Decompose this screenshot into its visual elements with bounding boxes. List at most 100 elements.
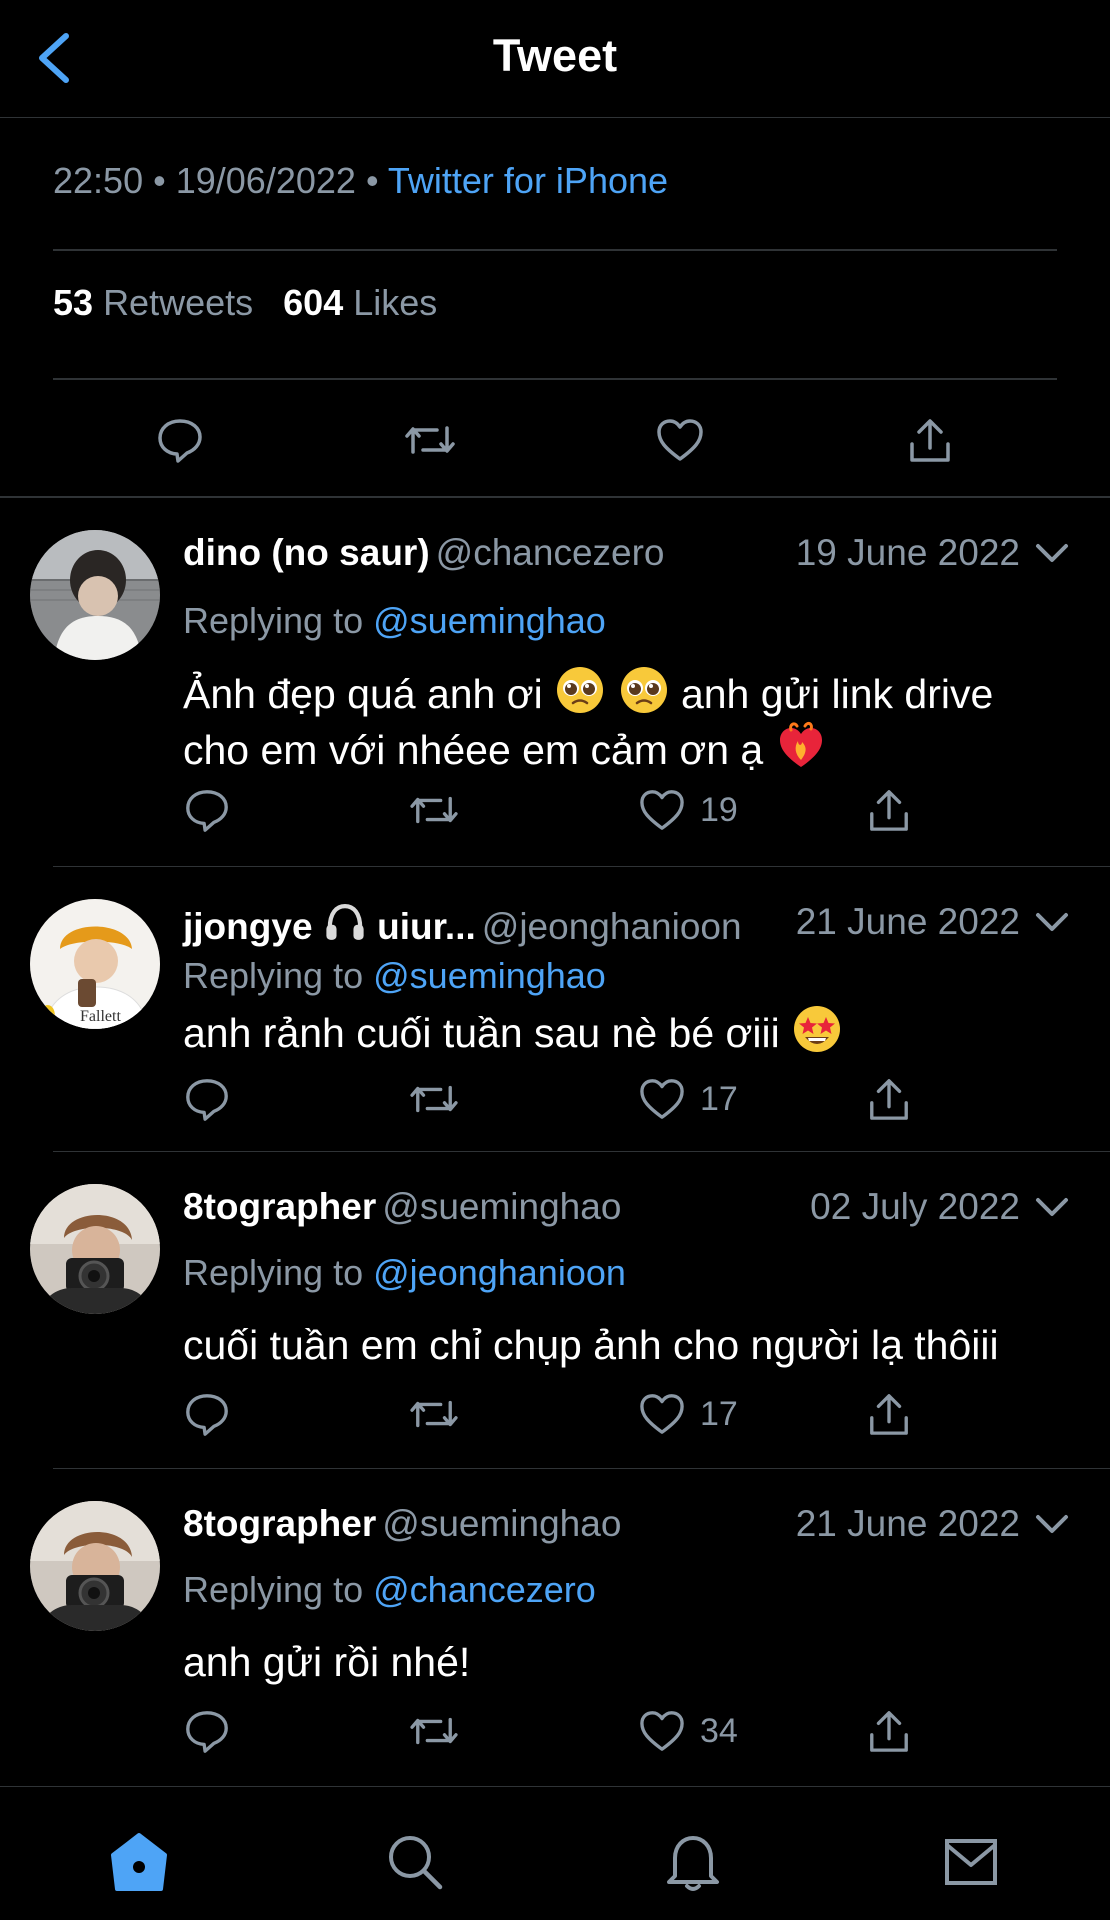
retweet-icon xyxy=(410,1717,458,1745)
display-name[interactable]: jjongye uiur... xyxy=(183,903,476,947)
likes-count: 604 xyxy=(283,282,344,323)
tweet-stats: 53 Retweets 604 Likes xyxy=(53,282,437,324)
share-button[interactable] xyxy=(900,410,960,470)
retweets-stat[interactable]: 53 Retweets xyxy=(53,282,253,323)
share-icon xyxy=(870,1079,908,1120)
replying-to: Replying to @jeonghanioon xyxy=(183,1252,626,1294)
tab-search[interactable] xyxy=(380,1827,450,1897)
replying-to: Replying to @chancezero xyxy=(183,1569,596,1611)
reply-header: dino (no saur) @chancezero 19 June 2022 xyxy=(183,532,1070,582)
reply-header: 8tographer @sueminghao 21 June 2022 xyxy=(183,1503,1070,1553)
mention-link[interactable]: @sueminghao xyxy=(373,600,606,641)
like-button[interactable]: 19 xyxy=(638,780,738,840)
like-button[interactable] xyxy=(650,410,710,470)
like-button[interactable]: 34 xyxy=(638,1701,738,1761)
mention-link[interactable]: @jeonghanioon xyxy=(373,1252,626,1293)
heart-icon xyxy=(640,1079,684,1119)
reply-action-bar: 19 xyxy=(183,780,943,840)
avatar[interactable]: Fallett xyxy=(30,899,160,1029)
tweet-action-bar xyxy=(0,400,1110,480)
reply-header: jjongye uiur... @jeonghanioon 21 June 202… xyxy=(183,901,1070,951)
tweet-date: 19/06/2022 xyxy=(175,160,356,201)
divider xyxy=(53,249,1057,251)
reply-date: 02 July 2022 xyxy=(810,1186,1020,1227)
avatar[interactable] xyxy=(30,530,160,660)
reply-date: 21 June 2022 xyxy=(795,901,1020,942)
user-handle[interactable]: @chancezero xyxy=(436,532,665,573)
likes-stat[interactable]: 604 Likes xyxy=(283,282,437,323)
chevron-down-icon[interactable] xyxy=(1034,1192,1070,1222)
reply-button[interactable] xyxy=(183,1384,231,1444)
like-button[interactable]: 17 xyxy=(638,1384,738,1444)
reply-text: anh gửi rồi nhé! xyxy=(183,1639,471,1685)
retweets-label: Retweets xyxy=(103,282,254,323)
share-icon xyxy=(870,1394,908,1435)
share-icon xyxy=(910,419,950,462)
share-button[interactable] xyxy=(867,780,911,840)
like-count: 17 xyxy=(700,1394,738,1433)
user-handle[interactable]: @jeonghanioon xyxy=(482,906,742,947)
display-name[interactable]: dino (no saur) xyxy=(183,532,430,573)
pleading-face-icon xyxy=(557,667,604,713)
replying-label: Replying to xyxy=(183,955,364,996)
reply-button[interactable] xyxy=(183,1069,231,1129)
reply-text: cuối tuần em chỉ chụp ảnh cho người lạ t… xyxy=(183,1322,999,1368)
chevron-down-icon[interactable] xyxy=(1034,1509,1070,1539)
reply-button[interactable] xyxy=(183,780,231,840)
share-button[interactable] xyxy=(867,1701,911,1761)
tweet-source-link[interactable]: Twitter for iPhone xyxy=(388,160,668,201)
user-handle[interactable]: @sueminghao xyxy=(382,1186,621,1227)
mention-link[interactable]: @chancezero xyxy=(373,1569,596,1610)
replying-label: Replying to xyxy=(183,1252,364,1293)
tab-home[interactable] xyxy=(104,1827,174,1897)
retweet-icon xyxy=(410,1400,458,1428)
reply-button[interactable] xyxy=(150,410,210,470)
divider xyxy=(0,496,1110,498)
reply-text-content: anh rảnh cuối tuần sau nè bé ơiii xyxy=(183,1010,780,1056)
headphones-icon xyxy=(326,903,364,940)
reply-action-bar: 17 xyxy=(183,1384,943,1444)
like-button[interactable]: 17 xyxy=(638,1069,738,1129)
share-icon xyxy=(870,790,908,831)
replying-label: Replying to xyxy=(183,600,364,641)
retweet-button[interactable] xyxy=(408,1701,460,1761)
share-button[interactable] xyxy=(867,1069,911,1129)
avatar[interactable] xyxy=(30,1184,160,1314)
reply-button[interactable] xyxy=(183,1701,231,1761)
reply-icon xyxy=(186,790,228,832)
display-name[interactable]: 8tographer xyxy=(183,1503,376,1544)
display-name-suffix: uiur... xyxy=(377,906,476,947)
retweet-button[interactable] xyxy=(408,1384,460,1444)
retweet-button[interactable] xyxy=(408,780,460,840)
page-title: Tweet xyxy=(492,30,618,81)
star-struck-icon xyxy=(794,1006,841,1052)
display-name[interactable]: 8tographer xyxy=(183,1186,376,1227)
tab-messages[interactable] xyxy=(936,1827,1006,1897)
heart-on-fire-icon xyxy=(779,721,822,767)
chevron-down-icon[interactable] xyxy=(1034,907,1070,937)
retweet-button[interactable] xyxy=(408,1069,460,1129)
reply-text: Ảnh đẹp quá anh ơi anh gửi link drive ch… xyxy=(183,664,1063,776)
tweet-timestamp: 22:50 • 19/06/2022 • Twitter for iPhone xyxy=(53,160,668,202)
user-handle[interactable]: @sueminghao xyxy=(382,1503,621,1544)
avatar[interactable] xyxy=(30,1501,160,1631)
chevron-down-icon[interactable] xyxy=(1034,538,1070,568)
reply-icon xyxy=(186,1394,228,1436)
mention-link[interactable]: @sueminghao xyxy=(373,955,606,996)
share-button[interactable] xyxy=(867,1384,911,1444)
retweet-icon xyxy=(405,426,455,454)
divider xyxy=(53,378,1057,380)
replying-to: Replying to @sueminghao xyxy=(183,600,606,642)
heart-icon xyxy=(640,790,684,830)
replying-to: Replying to @sueminghao xyxy=(183,955,606,997)
reply-date: 19 June 2022 xyxy=(795,532,1020,573)
tab-notifications[interactable] xyxy=(658,1827,728,1897)
heart-icon xyxy=(640,1711,684,1751)
like-count: 17 xyxy=(700,1079,738,1118)
display-name-text: jjongye xyxy=(183,906,313,947)
reply-icon xyxy=(186,1079,228,1121)
heart-icon xyxy=(640,1394,684,1434)
replying-label: Replying to xyxy=(183,1569,364,1610)
retweets-count: 53 xyxy=(53,282,94,323)
retweet-button[interactable] xyxy=(400,410,460,470)
